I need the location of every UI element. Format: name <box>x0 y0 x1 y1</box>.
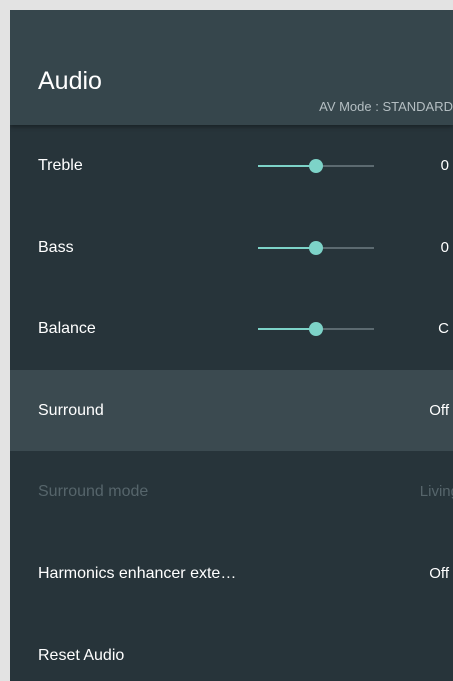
surround-mode-row: Surround mode Living <box>10 451 453 533</box>
surround-mode-value: Living <box>419 483 453 501</box>
slider-thumb[interactable] <box>309 322 323 337</box>
surround-mode-label: Surround mode <box>38 483 149 501</box>
surround-row[interactable]: Surround Off <box>10 369 453 452</box>
slider-fill <box>258 165 316 167</box>
balance-slider[interactable] <box>258 288 374 370</box>
treble-label: Treble <box>38 157 83 174</box>
slider-thumb[interactable] <box>309 159 323 173</box>
surround-value: Off <box>429 401 449 419</box>
bass-value: 0 <box>440 238 449 256</box>
treble-row[interactable]: Treble 0 <box>10 125 453 207</box>
bass-label: Bass <box>38 238 74 256</box>
av-mode-label: AV Mode : STANDARD <box>319 99 453 114</box>
slider-fill <box>258 328 316 331</box>
treble-slider[interactable] <box>258 125 374 207</box>
balance-label: Balance <box>38 320 96 338</box>
slider-thumb[interactable] <box>309 240 323 255</box>
reset-audio-row[interactable]: Reset Audio <box>10 615 453 681</box>
harmonics-enhancer-row[interactable]: Harmonics enhancer exte… Off <box>10 533 453 615</box>
audio-settings-list: Treble 0 Bass 0 Balance C Surround Off S… <box>10 125 453 681</box>
audio-header: Audio AV Mode : STANDARD <box>10 10 453 125</box>
bass-slider[interactable] <box>258 207 374 289</box>
audio-settings-panel: Audio AV Mode : STANDARD Treble 0 Bass 0… <box>10 10 453 681</box>
balance-value: C <box>438 320 449 338</box>
harmonics-enhancer-label: Harmonics enhancer exte… <box>38 564 237 582</box>
page-title: Audio <box>38 67 102 95</box>
slider-fill <box>258 246 316 249</box>
harmonics-enhancer-value: Off <box>429 564 449 582</box>
treble-value: 0 <box>440 157 449 174</box>
surround-label: Surround <box>38 401 104 419</box>
reset-audio-label: Reset Audio <box>38 646 125 664</box>
balance-row[interactable]: Balance C <box>10 288 453 370</box>
bass-row[interactable]: Bass 0 <box>10 207 453 289</box>
